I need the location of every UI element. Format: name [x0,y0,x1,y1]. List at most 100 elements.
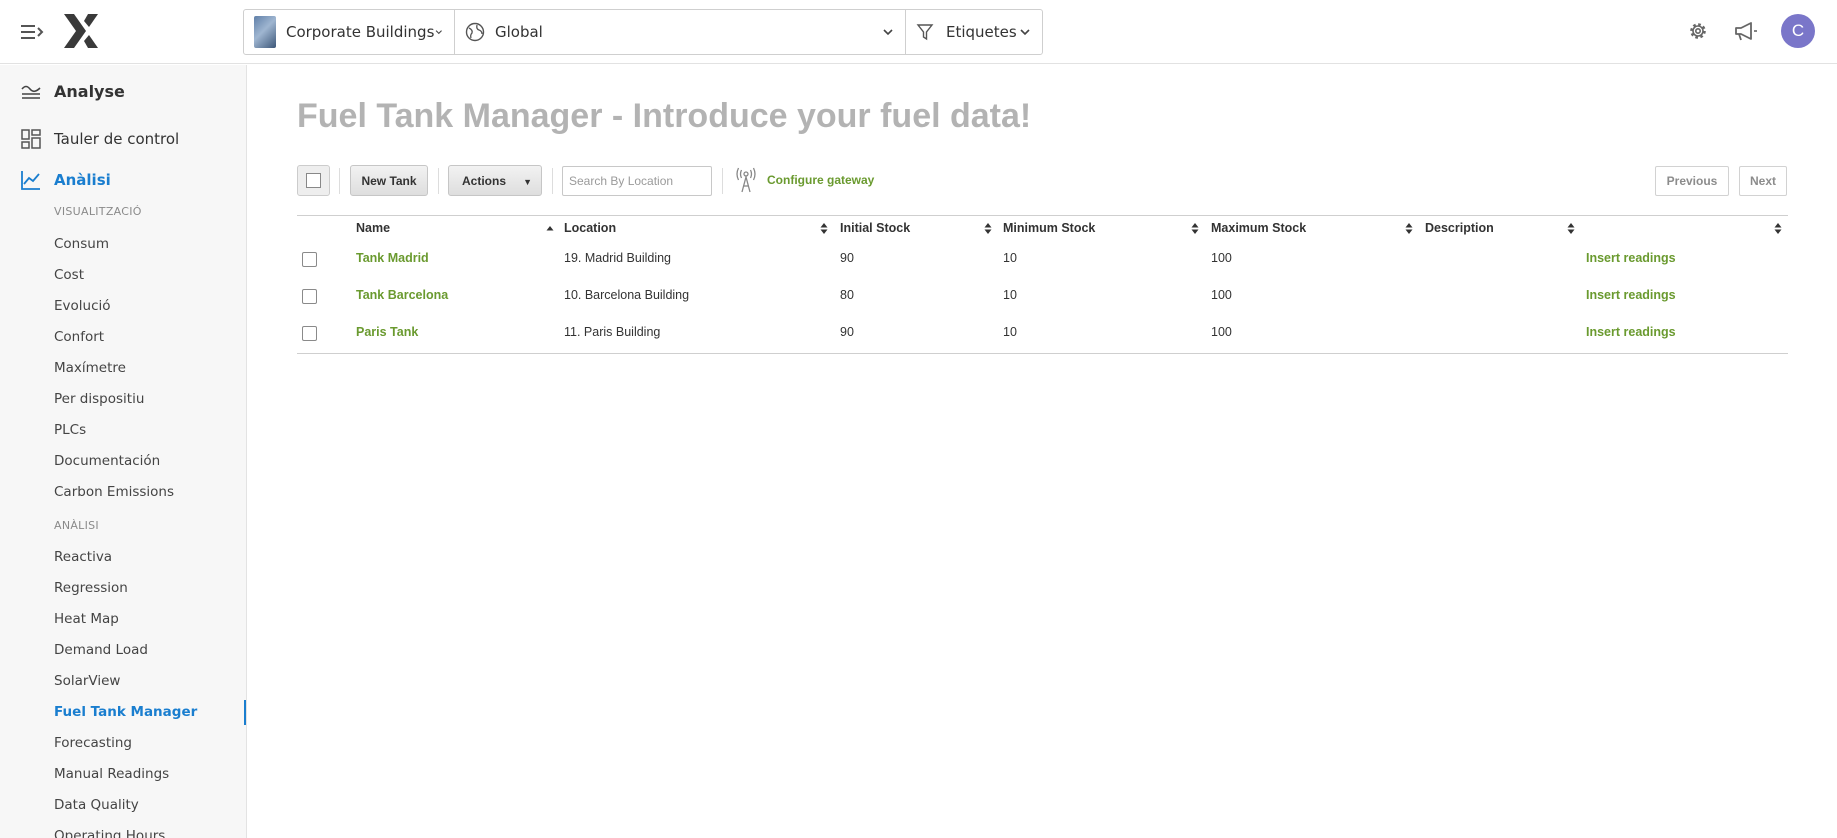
tags-filter-label: Etiquetes [946,23,1017,41]
tank-maximum-stock: 100 [1211,251,1232,265]
column-header-initial-stock[interactable]: Initial Stock [840,221,910,235]
tank-location: 11. Paris Building [564,325,661,339]
app-logo[interactable] [62,14,100,48]
sidebar-item-carbon-emissions[interactable]: Carbon Emissions [54,484,174,500]
megaphone-icon [1735,22,1757,41]
chevron-down-icon [436,30,443,35]
search-location-input[interactable] [562,166,712,196]
tank-minimum-stock: 10 [1003,251,1017,265]
sidebar-section-analyse[interactable]: Analyse [0,80,125,102]
sidebar-item-plcs[interactable]: PLCs [54,422,86,438]
tank-initial-stock: 90 [840,325,854,339]
row-checkbox[interactable] [302,289,317,304]
sidebar-item-operating-hours[interactable]: Operating Hours [54,828,165,838]
line-chart-icon [21,171,40,190]
select-all-checkbox[interactable] [297,165,330,196]
sidebar-item-fuel-tank-manager[interactable]: Fuel Tank Manager [54,704,197,720]
tank-location: 19. Madrid Building [564,251,672,265]
insert-readings-link[interactable]: Insert readings [1586,251,1676,265]
sidebar-item-data-quality[interactable]: Data Quality [54,797,139,813]
table-row: Tank Barcelona 10. Barcelona Building 80… [297,279,1788,316]
building-selector[interactable]: Corporate Buildings [244,10,455,54]
scope-selector-label: Global [495,23,543,41]
sort-icon[interactable] [1774,223,1782,234]
tank-minimum-stock: 10 [1003,288,1017,302]
sort-icon[interactable] [1567,223,1575,234]
sidebar-item-reactiva[interactable]: Reactiva [54,549,112,565]
insert-readings-link[interactable]: Insert readings [1586,288,1676,302]
top-right-actions: C [1685,14,1815,48]
sidebar-item-regression[interactable]: Regression [54,580,128,596]
configure-gateway-label: Configure gateway [767,173,875,187]
tank-name-link[interactable]: Tank Barcelona [356,288,448,302]
sort-icon[interactable] [984,223,992,234]
previous-page-button[interactable]: Previous [1655,166,1729,196]
tank-maximum-stock: 100 [1211,325,1232,339]
sort-ascending-icon[interactable] [546,223,554,234]
analyse-icon [21,85,41,99]
sidebar-item-confort[interactable]: Confort [54,329,104,345]
configure-gateway-link[interactable]: Configure gateway [735,167,874,193]
scope-selector[interactable]: Global [455,10,906,54]
actions-dropdown[interactable]: Actions ▼ [448,165,542,196]
next-page-button[interactable]: Next [1739,166,1787,196]
tank-name-link[interactable]: Paris Tank [356,325,418,339]
sidebar-item-cost[interactable]: Cost [54,267,84,283]
select-all-checkbox-box [306,173,321,188]
building-thumbnail [254,16,276,48]
filter-icon [916,24,934,41]
user-avatar[interactable]: C [1781,14,1815,48]
column-header-description[interactable]: Description [1425,221,1494,235]
sidebar: Analyse Tauler de control Anàlisi VISUAL… [0,65,247,838]
page-title: Fuel Tank Manager - Introduce your fuel … [297,97,1032,135]
column-header-location[interactable]: Location [564,221,616,235]
table-header: Name Location Initial Stock Minimum Stoc… [297,216,1788,242]
sidebar-section-dashboard[interactable]: Tauler de control [0,128,179,150]
sort-icon[interactable] [820,223,828,234]
actions-dropdown-label: Actions [462,173,507,188]
sidebar-item-solarview[interactable]: SolarView [54,673,120,689]
sidebar-item-demand-load[interactable]: Demand Load [54,642,148,658]
toolbar-divider [552,168,553,194]
active-item-indicator [244,700,246,725]
tank-location: 10. Barcelona Building [564,288,690,302]
sidebar-section-analyse-label: Analyse [54,81,125,101]
sidebar-item-manual-readings[interactable]: Manual Readings [54,766,169,782]
sidebar-item-heat-map[interactable]: Heat Map [54,611,119,627]
sidebar-section-analisi[interactable]: Anàlisi [0,169,111,191]
sidebar-item-documentacion[interactable]: Documentación [54,453,160,469]
column-header-minimum-stock[interactable]: Minimum Stock [1003,221,1095,235]
toolbar-divider [722,168,723,194]
collapse-menu-icon[interactable] [20,22,44,42]
column-header-maximum-stock[interactable]: Maximum Stock [1211,221,1306,235]
sidebar-subheader-analisi: ANÀLISI [54,519,99,532]
tank-minimum-stock: 10 [1003,325,1017,339]
globe-icon [465,22,485,42]
row-checkbox[interactable] [302,252,317,267]
top-bar: Corporate Buildings Global Etiquetes C [0,0,1837,64]
column-header-name[interactable]: Name [356,221,390,235]
sidebar-item-forecasting[interactable]: Forecasting [54,735,132,751]
toolbar-divider [339,168,340,194]
insert-readings-link[interactable]: Insert readings [1586,325,1676,339]
sidebar-item-consum[interactable]: Consum [54,236,109,252]
sidebar-item-maximetre[interactable]: Maxímetre [54,360,126,376]
tank-initial-stock: 90 [840,251,854,265]
row-checkbox[interactable] [302,326,317,341]
chevron-down-icon [883,29,893,36]
sidebar-item-per-dispositiu[interactable]: Per dispositiu [54,391,144,407]
new-tank-button[interactable]: New Tank [350,165,428,196]
sort-icon[interactable] [1405,223,1413,234]
sidebar-section-analisi-label: Anàlisi [54,171,111,189]
settings-button[interactable] [1685,18,1711,44]
sidebar-subheader-visualitzacio: VISUALITZACIÓ [54,205,142,218]
chevron-down-icon [1020,29,1030,36]
table-row: Paris Tank 11. Paris Building 90 10 100 … [297,316,1788,353]
tank-name-link[interactable]: Tank Madrid [356,251,429,265]
announcements-button[interactable] [1733,18,1759,44]
sidebar-item-evolucio[interactable]: Evolució [54,298,111,314]
tags-filter[interactable]: Etiquetes [906,10,1042,54]
tanks-table: Name Location Initial Stock Minimum Stoc… [297,215,1788,354]
sort-icon[interactable] [1191,223,1199,234]
tank-initial-stock: 80 [840,288,854,302]
